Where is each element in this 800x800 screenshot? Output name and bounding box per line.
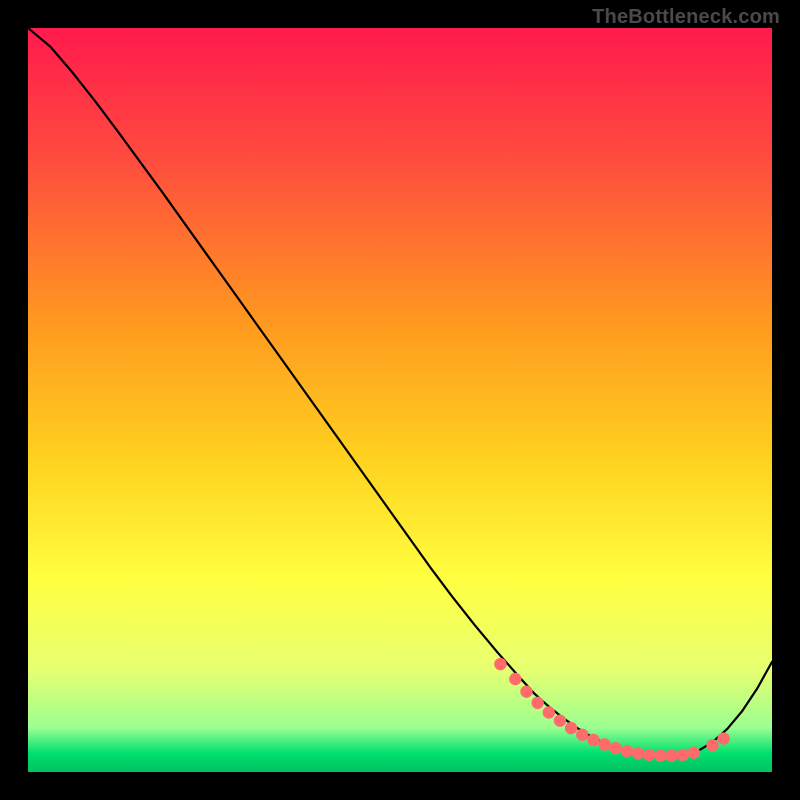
attribution-label: TheBottleneck.com [592, 6, 780, 29]
data-marker [565, 722, 577, 734]
data-marker [494, 658, 506, 670]
data-marker [665, 749, 677, 761]
plot-area [28, 28, 772, 772]
data-marker [598, 738, 610, 750]
data-marker [587, 734, 599, 746]
chart-container: TheBottleneck.com [0, 0, 800, 800]
data-marker [654, 749, 666, 761]
data-marker [717, 732, 729, 744]
data-marker [706, 739, 718, 751]
data-marker [643, 749, 655, 761]
data-marker [554, 714, 566, 726]
data-marker [576, 729, 588, 741]
data-marker [677, 749, 689, 761]
data-marker [509, 673, 521, 685]
data-marker [621, 745, 633, 757]
data-marker [531, 697, 543, 709]
data-marker [632, 747, 644, 759]
data-marker [543, 706, 555, 718]
data-marker [688, 746, 700, 758]
chart-svg [28, 28, 772, 772]
gradient-background [28, 28, 772, 772]
data-marker [520, 685, 532, 697]
data-marker [610, 742, 622, 754]
